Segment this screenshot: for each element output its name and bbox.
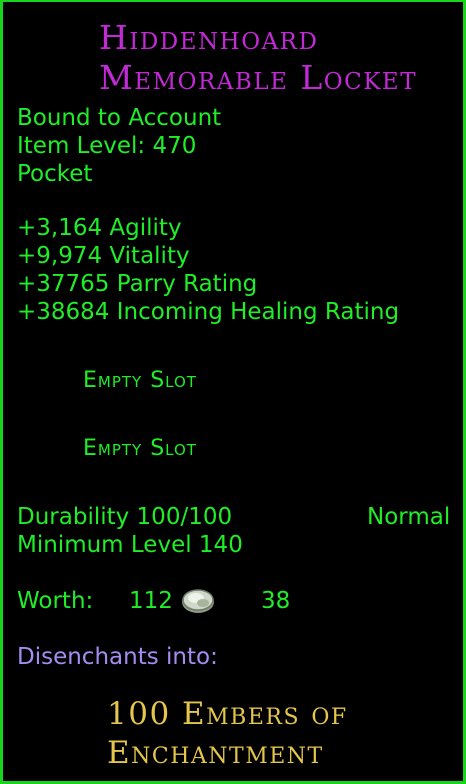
disenchant-result-line2: Enchantment (107, 735, 324, 771)
essence-slot-1: Empty Slot (83, 368, 197, 393)
bind-status: Bound to Account (17, 105, 222, 131)
stat-vitality: +9,974 Vitality (17, 243, 190, 269)
item-name-line2: Memorable Locket (99, 58, 418, 97)
worth-label: Worth: (17, 588, 94, 614)
durability-quality: Normal (367, 504, 451, 530)
worth-silver: 38 (261, 588, 291, 614)
item-level: Item Level: 470 (17, 133, 197, 159)
item-name-line1: Hiddenhoard (99, 18, 319, 57)
essence-slot-2: Empty Slot (83, 436, 197, 461)
silver-coin-icon (182, 589, 214, 613)
slot-type: Pocket (17, 161, 93, 187)
disenchant-result-line1: 100 Embers of (107, 696, 348, 732)
stat-agility: +3,164 Agility (17, 215, 182, 241)
stat-parry-rating: +37765 Parry Rating (17, 271, 258, 297)
disenchant-label: Disenchants into: (17, 644, 218, 670)
durability: Durability 100/100 (17, 504, 233, 530)
worth-gold: 112 (129, 588, 173, 614)
minimum-level: Minimum Level 140 (17, 532, 243, 558)
item-tooltip: Hiddenhoard Memorable Locket Bound to Ac… (0, 0, 466, 784)
stat-incoming-healing: +38684 Incoming Healing Rating (17, 299, 400, 325)
